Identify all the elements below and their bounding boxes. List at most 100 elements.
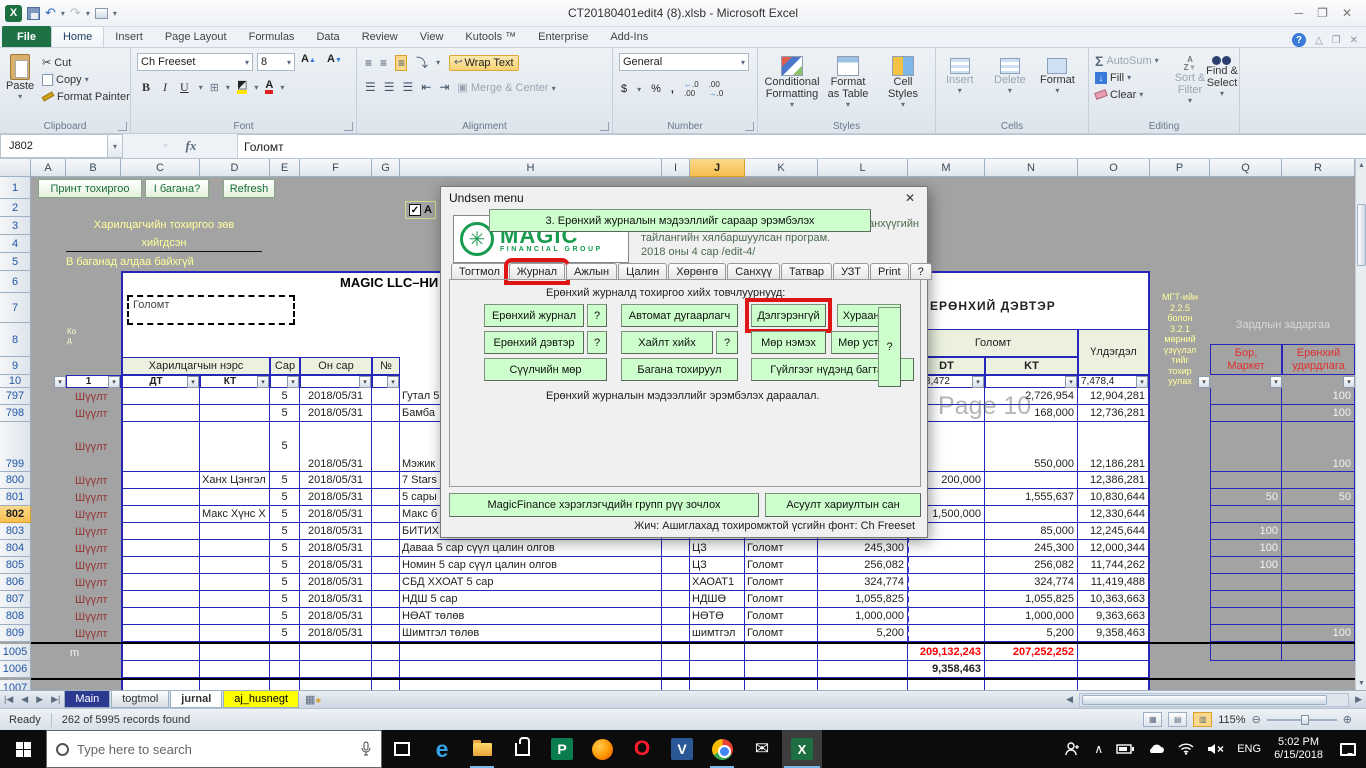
dialog-tab[interactable]: Print [870, 263, 909, 280]
taskbar-search[interactable]: Type here to search [46, 730, 382, 768]
autosum-button[interactable]: ΣAutoSum▾ [1095, 52, 1159, 69]
font-name-combo[interactable]: Ch Freeset▾ [137, 53, 253, 71]
cell-p[interactable] [1150, 591, 1210, 608]
taskbar-clock[interactable]: 5:02 PM 6/15/2018 [1274, 736, 1323, 762]
cell[interactable] [121, 680, 200, 690]
cell-i[interactable] [662, 574, 690, 591]
cell[interactable] [985, 680, 1078, 690]
cell-r-split[interactable] [1282, 591, 1355, 608]
cell-no[interactable] [372, 489, 400, 506]
cell[interactable] [690, 680, 745, 690]
cell-q-split[interactable] [1210, 422, 1282, 472]
cell-dt[interactable] [121, 625, 200, 642]
cell-kt[interactable] [200, 608, 270, 625]
cell-amount[interactable]: 1,055,825 [818, 591, 908, 608]
cell-account[interactable]: НДШӨ [690, 591, 745, 608]
cell-a[interactable] [31, 388, 66, 405]
ribbon-tab[interactable]: Data [305, 26, 350, 47]
cell-kt[interactable] [200, 489, 270, 506]
sheet-tab[interactable]: jurnal [170, 691, 222, 708]
cell-filter-flag[interactable]: Шүүлт [66, 422, 121, 472]
cell-balance[interactable]: 11,744,262 [1078, 557, 1150, 574]
cell-debit[interactable] [908, 591, 985, 608]
row-header[interactable]: 1007 [0, 680, 31, 690]
cell[interactable] [121, 644, 200, 661]
cell-r-split[interactable] [1282, 540, 1355, 557]
cell-account[interactable]: ЦЗ [690, 557, 745, 574]
help-ledger-button[interactable]: ? [587, 331, 607, 354]
cell-q-split[interactable] [1210, 506, 1282, 523]
cell[interactable] [270, 680, 300, 690]
cell[interactable] [818, 644, 908, 661]
cell[interactable] [1150, 661, 1210, 678]
cell-description[interactable]: Даваа 5 сар сүүл цалин олгов [400, 540, 662, 557]
row-header[interactable]: 802 [0, 506, 31, 523]
cell-filter-flag[interactable]: Шүүлт [66, 405, 121, 422]
decrease-decimal-icon[interactable]: .00→.0 [709, 80, 724, 98]
align-center-icon[interactable]: ☰ [384, 80, 394, 94]
cell[interactable] [66, 680, 121, 690]
people-icon[interactable] [1065, 742, 1081, 756]
row-header[interactable]: 1 [0, 177, 31, 199]
maximize-button[interactable]: ❐ [1317, 6, 1328, 20]
cell[interactable] [400, 661, 662, 678]
cell-month[interactable]: 5 [270, 591, 300, 608]
cell-p[interactable] [1150, 422, 1210, 472]
shrink-font-icon[interactable]: A▼ [327, 53, 342, 65]
row-header[interactable]: 10 [0, 375, 31, 388]
cell-balance[interactable]: 12,904,281 [1078, 388, 1150, 405]
dialog-tab[interactable]: Тогтмол [451, 263, 508, 280]
cell-credit[interactable]: 1,000,000 [985, 608, 1078, 625]
cell-q-split[interactable] [1210, 405, 1282, 422]
ribbon-tab[interactable]: Formulas [238, 26, 306, 47]
cell-date[interactable]: 2018/05/31 [300, 388, 372, 405]
row-header[interactable]: 5 [0, 253, 31, 271]
cell-no[interactable] [372, 591, 400, 608]
row-header[interactable]: 806 [0, 574, 31, 591]
filter-dt[interactable]: ДТ▾ [121, 375, 200, 388]
cell[interactable] [1078, 644, 1150, 661]
cell-amount[interactable]: 245,300 [818, 540, 908, 557]
cell-credit[interactable] [985, 472, 1078, 489]
cell-no[interactable] [372, 557, 400, 574]
cell[interactable] [121, 661, 200, 678]
cell-description[interactable]: СБД ХХОАТ 5 сар [400, 574, 662, 591]
row-header[interactable]: 4 [0, 235, 31, 253]
cell-dt[interactable] [121, 540, 200, 557]
fill-color-icon[interactable]: ◩ [237, 81, 247, 94]
row-header[interactable]: 799 [0, 422, 31, 472]
help-sort-button[interactable]: ? [878, 307, 901, 387]
increase-decimal-icon[interactable]: ←.0.00 [684, 80, 699, 98]
adjust-columns-button[interactable]: Багана тохируул [621, 358, 738, 381]
total-debit[interactable]: 209,132,243 [908, 644, 985, 661]
merge-center-button[interactable]: ▣ Merge & Center ▾ [457, 81, 555, 94]
cell-balance[interactable]: 10,830,644 [1078, 489, 1150, 506]
chrome-button[interactable] [702, 730, 742, 768]
cell-month[interactable]: 5 [270, 388, 300, 405]
cell-q-split[interactable] [1210, 591, 1282, 608]
cell[interactable] [662, 680, 690, 690]
zoom-in-icon[interactable]: ⊕ [1343, 713, 1352, 726]
cell[interactable] [200, 661, 270, 678]
workbook-close-icon[interactable]: ✕ [1350, 35, 1358, 46]
cell[interactable] [300, 680, 372, 690]
cell-p[interactable] [1150, 625, 1210, 642]
sheet-tab[interactable]: togtmol [111, 691, 169, 708]
cell-kt[interactable] [200, 625, 270, 642]
add-row-button[interactable]: Мөр нэмэх [751, 331, 826, 354]
cell[interactable] [908, 680, 985, 690]
wifi-icon[interactable] [1178, 743, 1194, 755]
cell-date[interactable]: 2018/05/31 [300, 523, 372, 540]
zoom-slider[interactable] [1267, 719, 1337, 721]
wrap-text-button[interactable]: ↩Wrap Text [449, 55, 519, 71]
cell-filter-flag[interactable]: Шүүлт [66, 388, 121, 405]
cell-kt[interactable]: Ханх Цэнгэл [200, 472, 270, 489]
column-header[interactable]: I [662, 159, 690, 177]
cell-i[interactable] [662, 591, 690, 608]
scrollbar-thumb[interactable] [1357, 204, 1366, 266]
help-journal-button[interactable]: ? [587, 304, 607, 327]
cell-credit[interactable]: 5,200 [985, 625, 1078, 642]
close-button[interactable]: ✕ [1342, 6, 1352, 20]
row-header[interactable]: 801 [0, 489, 31, 506]
cell-credit[interactable]: 1,555,637 [985, 489, 1078, 506]
